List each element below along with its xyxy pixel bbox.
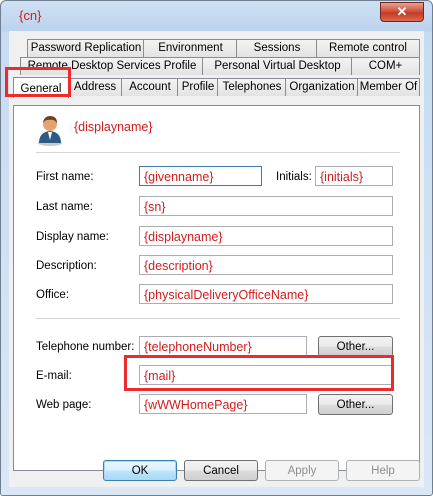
description-field[interactable]: {description} xyxy=(139,255,393,275)
email-field[interactable]: {mail} xyxy=(139,365,393,385)
first-name-label: First name: xyxy=(36,171,94,183)
web-page-field[interactable]: {wWWHomePage} xyxy=(139,394,307,414)
initials-field[interactable]: {initials} xyxy=(315,166,393,186)
tab-organization[interactable]: Organization xyxy=(285,78,359,96)
tab-remote-desktop-services-profile[interactable]: Remote Desktop Services Profile xyxy=(20,57,204,75)
tab-member-of[interactable]: Member Of xyxy=(357,78,420,96)
email-label: E-mail: xyxy=(36,370,72,382)
tab-row-1: Password Replication Environment Session… xyxy=(13,39,420,57)
telephone-field[interactable]: {telephoneNumber} xyxy=(139,336,307,356)
tab-row-3: General Address Account Profile Telephon… xyxy=(13,75,420,105)
tab-account[interactable]: Account xyxy=(121,78,179,96)
initials-label: Initials: xyxy=(276,171,312,183)
tab-address[interactable]: Address xyxy=(67,78,123,96)
last-name-label: Last name: xyxy=(36,201,93,213)
tab-password-replication[interactable]: Password Replication xyxy=(27,39,145,57)
user-icon xyxy=(36,114,66,146)
description-label: Description: xyxy=(36,260,97,272)
web-page-label: Web page: xyxy=(36,399,92,411)
tab-environment[interactable]: Environment xyxy=(143,39,238,57)
display-name-label: Display name: xyxy=(36,231,109,243)
window-title: {cn} xyxy=(19,8,42,23)
header-display-name: {displayname} xyxy=(74,120,153,134)
general-tab-panel: {displayname} First name: {givenname} In… xyxy=(13,105,420,471)
properties-window: {cn} ✕ Password Replication Environment … xyxy=(0,0,433,496)
tab-profile[interactable]: Profile xyxy=(177,78,219,96)
cancel-button[interactable]: Cancel xyxy=(184,460,258,481)
tab-row-2: Remote Desktop Services Profile Personal… xyxy=(13,57,420,75)
tab-general[interactable]: General xyxy=(13,77,69,98)
apply-button[interactable]: Apply xyxy=(265,460,339,481)
last-name-field[interactable]: {sn} xyxy=(139,196,393,216)
other-telephone-button[interactable]: Other... xyxy=(318,336,393,357)
separator-middle xyxy=(36,318,400,319)
office-field[interactable]: {physicalDeliveryOfficeName} xyxy=(139,284,393,304)
office-label: Office: xyxy=(36,289,70,301)
display-name-field[interactable]: {displayname} xyxy=(139,226,393,246)
telephone-label: Telephone number: xyxy=(36,341,135,353)
tab-sessions[interactable]: Sessions xyxy=(236,39,318,57)
tab-telephones[interactable]: Telephones xyxy=(217,78,287,96)
close-button[interactable]: ✕ xyxy=(380,2,424,22)
tab-personal-virtual-desktop[interactable]: Personal Virtual Desktop xyxy=(202,57,353,75)
ok-button[interactable]: OK xyxy=(103,460,177,481)
other-web-page-button[interactable]: Other... xyxy=(318,394,393,415)
dialog-client: Password Replication Environment Session… xyxy=(9,31,424,487)
tab-com-plus[interactable]: COM+ xyxy=(351,57,420,75)
first-name-field[interactable]: {givenname} xyxy=(139,166,262,186)
tab-remote-control[interactable]: Remote control xyxy=(316,39,420,57)
separator-top xyxy=(36,152,400,153)
help-button[interactable]: Help xyxy=(346,460,420,481)
